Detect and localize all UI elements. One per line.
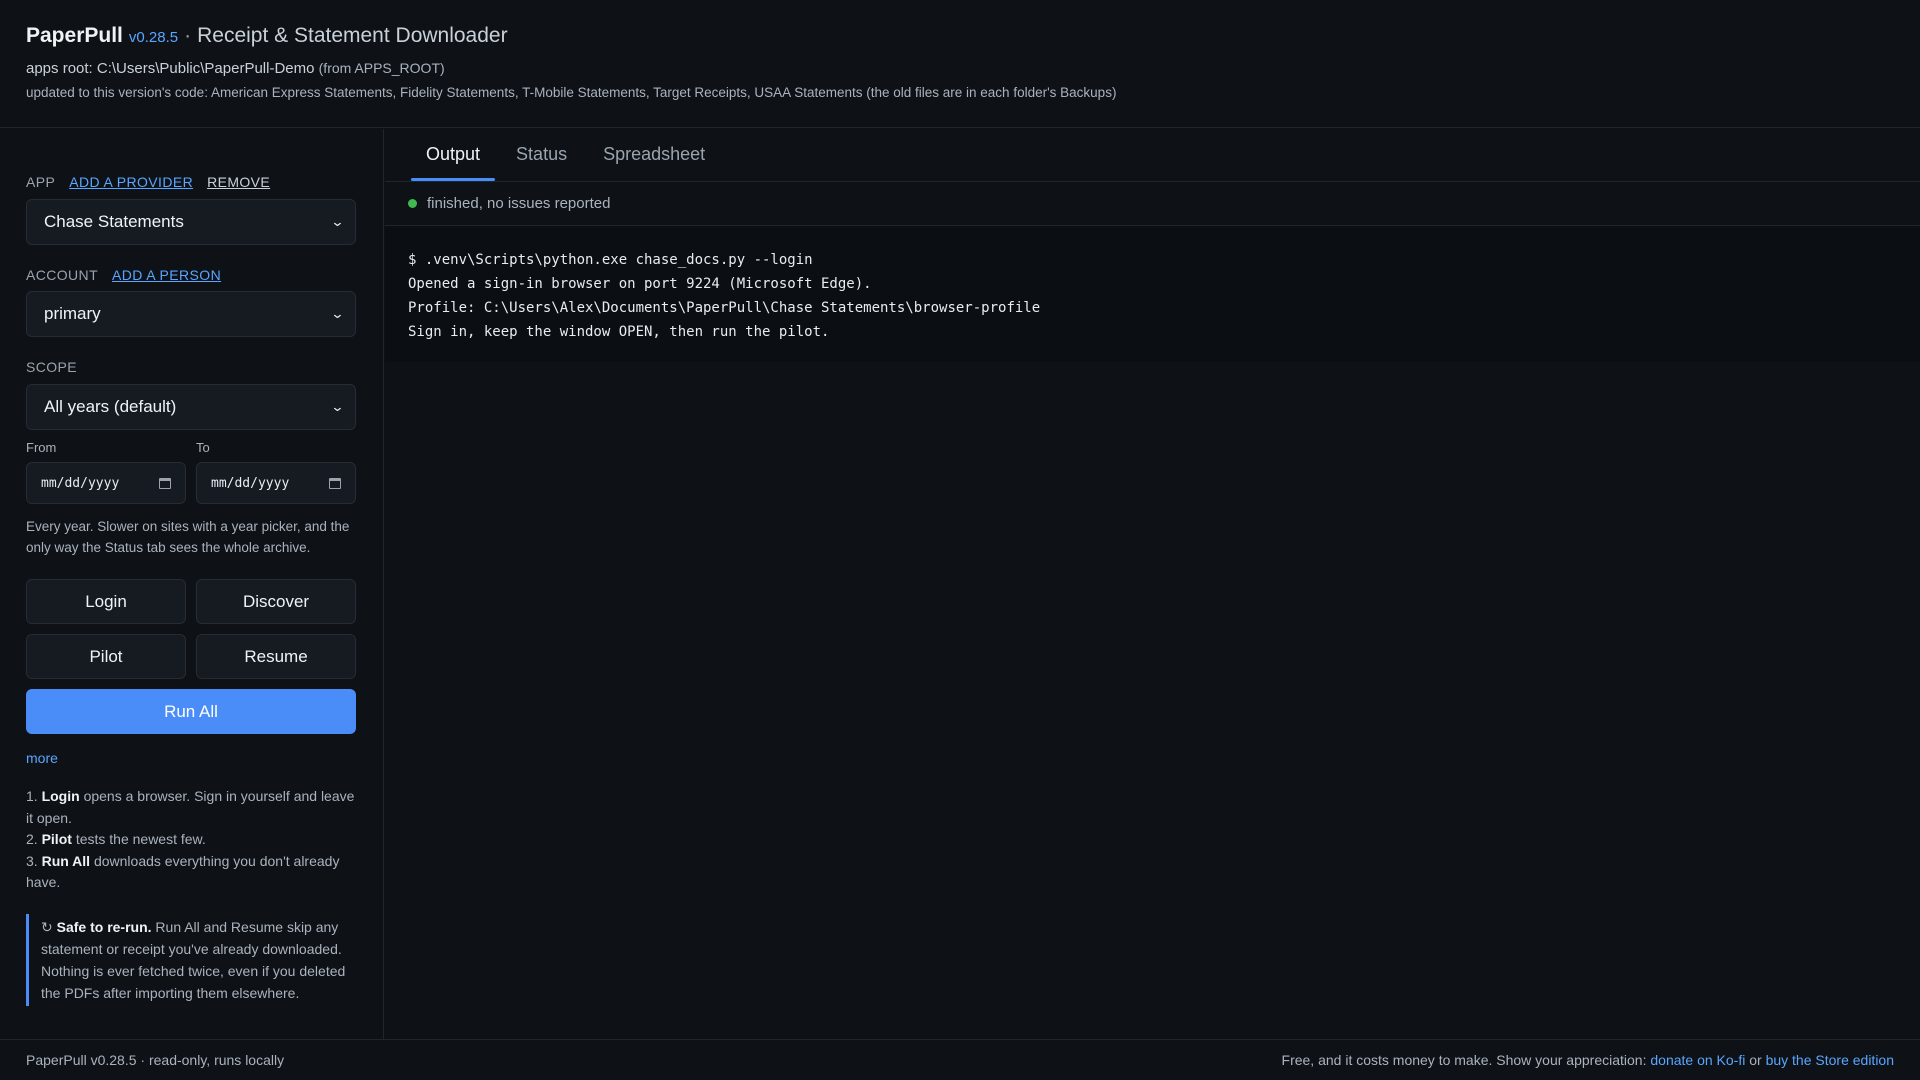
step-item: 2. Pilot tests the newest few. — [26, 829, 356, 851]
app-header: PaperPull v0.28.5 · Receipt & Statement … — [0, 0, 1920, 128]
step-name: Login — [41, 788, 80, 804]
account-select-value: primary — [44, 304, 101, 323]
step-item: 3. Run All downloads everything you don'… — [26, 851, 356, 894]
apps-root-path: C:\Users\Public\PaperPull-Demo — [96, 60, 315, 77]
chevron-down-icon: ⌄ — [330, 306, 345, 321]
status-bar: finished, no issues reported — [385, 182, 1920, 226]
status-dot-icon — [408, 199, 417, 208]
console-line: Opened a sign-in browser on port 9224 (M… — [408, 276, 872, 292]
app-version: v0.28.5 — [128, 29, 179, 46]
console-line: Sign in, keep the window OPEN, then run … — [408, 324, 830, 340]
console-line: Profile: C:\Users\Alex\Documents\PaperPu… — [408, 300, 1041, 316]
to-date-placeholder: mm/dd/yyyy — [211, 475, 290, 491]
safe-rerun-callout: ↻ Safe to re-run. Run All and Resume ski… — [26, 913, 356, 1006]
app-name: PaperPull — [26, 24, 123, 47]
scope-select[interactable]: All years (default) ⌄ — [26, 384, 356, 430]
scope-field-row: SCOPE — [26, 359, 356, 375]
apps-root-label: apps root: — [26, 60, 93, 77]
calendar-icon[interactable] — [329, 477, 341, 489]
footer-appreciation: Free, and it costs money to make. Show y… — [1281, 1052, 1647, 1068]
to-label: To — [196, 440, 210, 455]
sidebar: APP ADD A PROVIDER REMOVE Chase Statemen… — [0, 129, 384, 1039]
account-field-row: ACCOUNT ADD A PERSON — [26, 267, 356, 283]
step-text: tests the newest few. — [75, 831, 206, 847]
tab-output[interactable]: Output — [411, 129, 496, 181]
apps-root: apps root: C:\Users\Public\PaperPull-Dem… — [26, 60, 1894, 77]
scope-label: SCOPE — [26, 359, 78, 375]
chevron-down-icon: ⌄ — [330, 399, 345, 414]
add-provider-link[interactable]: ADD A PROVIDER — [69, 174, 193, 190]
app-field-row: APP ADD A PROVIDER REMOVE — [26, 174, 356, 190]
step-item: 1. Login opens a browser. Sign in yourse… — [26, 786, 356, 829]
app-subtitle: Receipt & Statement Downloader — [197, 24, 508, 47]
kofi-link[interactable]: donate on Ko-fi — [1650, 1052, 1745, 1068]
to-date-input[interactable]: mm/dd/yyyy — [196, 462, 356, 504]
more-link[interactable]: more — [26, 750, 58, 766]
discover-button[interactable]: Discover — [196, 579, 356, 624]
from-date-input[interactable]: mm/dd/yyyy — [26, 462, 186, 504]
title-line: PaperPull v0.28.5 · Receipt & Statement … — [26, 24, 1894, 48]
pilot-button[interactable]: Pilot — [26, 634, 186, 679]
remove-link[interactable]: REMOVE — [207, 174, 270, 190]
step-number: 1. — [26, 788, 38, 804]
footer: PaperPull v0.28.5 · read-only, runs loca… — [0, 1039, 1920, 1080]
footer-right: Free, and it costs money to make. Show y… — [1282, 1052, 1894, 1068]
tab-status[interactable]: Status — [501, 129, 582, 181]
step-name: Run All — [41, 852, 91, 869]
login-button[interactable]: Login — [26, 579, 186, 624]
status-text: finished, no issues reported — [427, 195, 611, 212]
apps-root-source: (from APPS_ROOT) — [318, 60, 445, 76]
more-row: more — [26, 750, 356, 767]
account-label: ACCOUNT — [26, 267, 99, 283]
main-panel: Output Status Spreadsheet finished, no i… — [385, 129, 1920, 1039]
callout-title: Safe to re-run. — [56, 918, 152, 935]
footer-left: PaperPull v0.28.5 · read-only, runs loca… — [26, 1052, 285, 1068]
date-row: mm/dd/yyyy mm/dd/yyyy — [26, 462, 356, 504]
chevron-down-icon: ⌄ — [330, 214, 345, 229]
step-number: 3. — [26, 852, 38, 869]
add-person-link[interactable]: ADD A PERSON — [112, 267, 221, 283]
from-label: From — [26, 440, 57, 455]
date-labels: From To — [26, 440, 356, 455]
calendar-icon[interactable] — [159, 477, 171, 489]
app-select-value: Chase Statements — [44, 212, 184, 231]
app-label: APP — [26, 174, 56, 190]
footer-or: or — [1749, 1052, 1762, 1068]
title-separator: · — [184, 24, 192, 47]
scope-help-text: Every year. Slower on sites with a year … — [26, 519, 350, 555]
store-link[interactable]: buy the Store edition — [1766, 1052, 1894, 1068]
console-line: $ .venv\Scripts\python.exe chase_docs.py… — [408, 252, 813, 268]
run-all-button[interactable]: Run All — [26, 689, 356, 734]
tab-spreadsheet[interactable]: Spreadsheet — [588, 129, 720, 181]
updated-note: updated to this version's code: American… — [26, 85, 1117, 100]
app-select[interactable]: Chase Statements ⌄ — [26, 199, 356, 245]
resume-button[interactable]: Resume — [196, 634, 356, 679]
step-number: 2. — [26, 831, 38, 847]
steps-list: 1. Login opens a browser. Sign in yourse… — [26, 786, 356, 894]
console-output[interactable]: $ .venv\Scripts\python.exe chase_docs.py… — [385, 226, 1920, 362]
action-buttons: Login Discover Pilot Resume — [26, 579, 356, 679]
scope-select-value: All years (default) — [44, 397, 177, 416]
refresh-icon: ↻ — [41, 918, 53, 935]
from-date-placeholder: mm/dd/yyyy — [41, 475, 120, 491]
account-select[interactable]: primary ⌄ — [26, 291, 356, 337]
step-name: Pilot — [41, 831, 72, 847]
tab-bar: Output Status Spreadsheet — [385, 129, 1920, 182]
